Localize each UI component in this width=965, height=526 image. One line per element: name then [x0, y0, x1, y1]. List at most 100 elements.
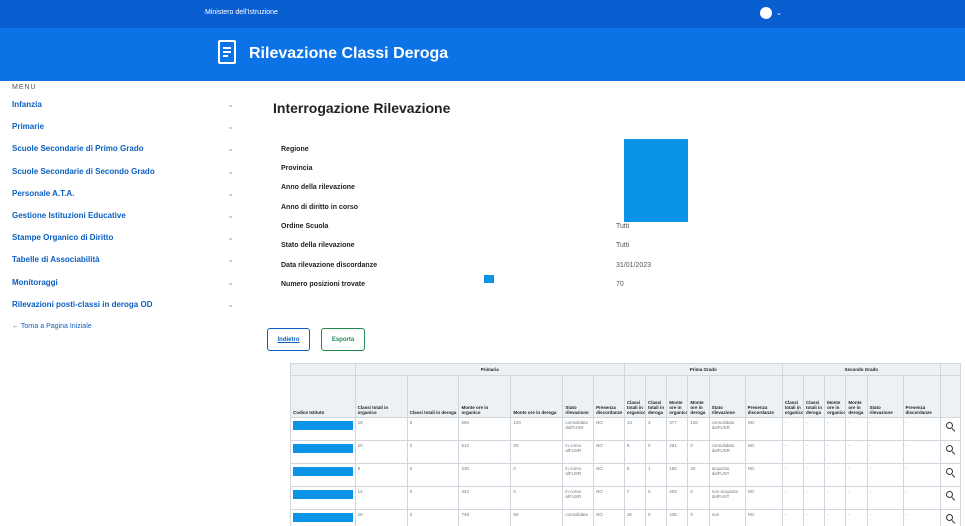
table-cell: NO — [593, 440, 625, 464]
table-cell: 512 — [458, 440, 512, 464]
field-value-ordine-scuola: Tutti — [616, 223, 630, 230]
document-icon — [218, 40, 236, 64]
table-cell: in corso alFUSR — [562, 463, 595, 487]
field-label-regione: Regione — [281, 146, 309, 153]
table-cell: 0 — [687, 440, 710, 464]
field-label-stato-rilevazione: Stato della rilevazione — [281, 242, 355, 249]
table-cell: NO — [744, 440, 783, 464]
table-cell: - — [845, 440, 868, 464]
back-button[interactable]: Indietro — [267, 328, 310, 351]
table-cell: non — [708, 509, 746, 526]
actions-header — [939, 363, 961, 376]
column-header: Classi totali in deroga — [406, 375, 460, 418]
column-header: Presenza discordanze — [744, 375, 783, 418]
table-cell: NO — [744, 463, 783, 487]
table-cell: NO — [593, 509, 625, 526]
results-table: Primaria Prima Grado Secondo Grado Codic… — [290, 363, 961, 526]
chevron-down-icon: ⌄ — [227, 232, 234, 242]
table-cell: consolidato dalFUSR — [708, 440, 746, 464]
sidebar-item-istituzioni-educative[interactable]: Gestione Istituzioni Educative ⌄ — [12, 208, 234, 222]
view-details-button[interactable] — [939, 509, 961, 526]
table-cell: 20 — [687, 463, 710, 487]
user-avatar-icon — [760, 7, 772, 19]
sidebar-item-tabelle-associabilita[interactable]: Tabelle di Associabilità ⌄ — [12, 252, 234, 266]
table-cell: consolidato — [562, 509, 595, 526]
redacted-code — [293, 513, 353, 522]
table-cell: 0 — [406, 463, 460, 487]
table-cell: - — [802, 509, 826, 526]
cell-codice-istituto — [290, 486, 356, 510]
table-cell: 8 — [354, 463, 408, 487]
table-row: 20 3 512 20 in corso alFUSR NO 9 0 261 0 consolida… — [290, 440, 961, 464]
table-cell: in corso alFUSR — [562, 486, 595, 510]
table-cell: 0 — [645, 486, 668, 510]
sidebar-item-infanzia[interactable]: Infanzia ⌄ — [12, 97, 234, 111]
table-row: 28 3 748 60 consolidato NO 16 0 435 0 non NO - - - - - - — [290, 509, 961, 526]
field-label-provincia: Provincia — [281, 165, 313, 172]
table-cell: - — [802, 486, 826, 510]
sidebar-item-primarie[interactable]: Primarie ⌄ — [12, 119, 234, 133]
table-cell: - — [902, 486, 941, 510]
column-header: Monte ore in deroga — [687, 375, 710, 418]
view-details-button[interactable] — [939, 417, 961, 441]
table-cell: - — [802, 417, 826, 441]
table-cell: - — [781, 417, 804, 441]
sidebar-item-primo-grado[interactable]: Scuole Secondarie di Primo Grado ⌄ — [12, 141, 234, 155]
table-cell: 3 — [645, 417, 668, 441]
table-cell: 3 — [406, 440, 460, 464]
table-cell: 14 — [354, 486, 408, 510]
table-cell: 120 — [687, 417, 710, 441]
table-cell: NO — [744, 417, 783, 441]
user-menu[interactable]: ⌄ — [760, 7, 782, 19]
chevron-down-icon: ⌄ — [227, 277, 234, 287]
export-button[interactable]: Esporta — [321, 328, 365, 351]
table-cell: 20 — [510, 440, 564, 464]
field-label-anno-diritto: Anno di diritto in corso — [281, 204, 358, 211]
cell-codice-istituto — [290, 417, 356, 441]
ministry-name: Ministero dell'Istruzione — [205, 9, 278, 16]
menu-title: MENU — [12, 84, 37, 91]
app-title: Rilevazione Classi Deroga — [249, 45, 449, 62]
magnifier-icon — [945, 514, 956, 524]
table-cell: - — [845, 463, 868, 487]
table-cell: - — [824, 463, 847, 487]
back-to-home-link[interactable]: ← Torna a Pagina Iniziale — [12, 323, 92, 330]
table-cell: non acquisito dalFUST — [708, 486, 746, 510]
column-header: Monte ore in organico — [824, 375, 847, 418]
chevron-down-icon: ⌄ — [227, 254, 234, 264]
chevron-down-icon: ⌄ — [776, 10, 782, 17]
table-cell: - — [802, 440, 826, 464]
table-cell: in corso alFUSR — [562, 440, 595, 464]
redacted-values-block — [624, 139, 688, 222]
sidebar-item-rilevazioni-deroga[interactable]: Rilevazioni posti-classi in deroga OD ⌄ — [12, 297, 234, 311]
field-value-stato-rilevazione: Tutti — [616, 242, 630, 249]
table-cell: 16 — [623, 509, 647, 526]
column-header: Stato rilevazione — [866, 375, 904, 418]
sidebar-item-stampe-organico[interactable]: Stampe Organico di Diritto ⌄ — [12, 230, 234, 244]
table-cell: 0 — [687, 509, 710, 526]
view-details-button[interactable] — [939, 486, 961, 510]
table-cell: 1 — [645, 463, 668, 487]
table-cell: NO — [593, 417, 625, 441]
sidebar-item-monitoraggi[interactable]: Monitoraggi ⌄ — [12, 275, 234, 289]
column-header: Monte ore in organico — [458, 375, 512, 418]
table-cell: 748 — [458, 509, 512, 526]
view-details-button[interactable] — [939, 440, 961, 464]
sidebar-menu: MENU Infanzia ⌄ Primarie ⌄ Scuole Secondar… — [0, 81, 245, 526]
redacted-code — [293, 421, 353, 430]
table-cell: 0 — [645, 509, 668, 526]
table-cell: 442 — [458, 486, 512, 510]
sidebar-item-label: Personale A.T.A. — [12, 188, 75, 198]
column-header: Presenza discordanze — [593, 375, 625, 418]
table-cell: - — [781, 440, 804, 464]
view-details-button[interactable] — [939, 463, 961, 487]
sidebar-item-secondo-grado[interactable]: Scuole Secondarie di Secondo Grado ⌄ — [12, 164, 234, 178]
table-cell: 435 — [666, 509, 689, 526]
sidebar-item-label: Gestione Istituzioni Educative — [12, 210, 126, 220]
redacted-code — [293, 467, 353, 476]
magnifier-icon — [945, 491, 956, 501]
magnifier-icon — [945, 422, 956, 432]
table-cell: - — [902, 440, 941, 464]
table-cell: - — [781, 486, 804, 510]
sidebar-item-personale-ata[interactable]: Personale A.T.A. ⌄ — [12, 186, 234, 200]
